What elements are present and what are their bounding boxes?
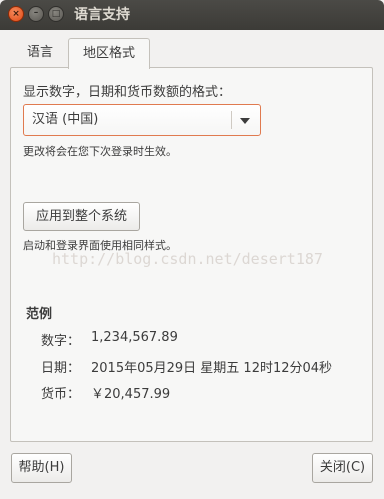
window-maximize-button[interactable]: □ bbox=[48, 6, 64, 22]
example-number-value: 1,234,567.89 bbox=[91, 330, 178, 345]
example-number-label: 数字： bbox=[41, 334, 81, 349]
close-button[interactable]: 关闭(C) bbox=[312, 453, 373, 483]
format-label: 显示数字，日期和货币数额的格式： bbox=[23, 85, 232, 100]
help-button[interactable]: 帮助(H) bbox=[11, 453, 72, 483]
tab-language[interactable]: 语言 bbox=[13, 38, 67, 68]
minimize-icon: – bbox=[33, 8, 39, 18]
window-minimize-button[interactable]: – bbox=[28, 6, 44, 22]
combobox-separator bbox=[231, 111, 232, 129]
example-date-label: 日期： bbox=[41, 361, 81, 376]
window-close-button[interactable]: × bbox=[8, 6, 24, 22]
close-icon: × bbox=[12, 9, 20, 19]
chevron-down-icon[interactable] bbox=[240, 118, 250, 124]
example-currency-value: ￥20,457.99 bbox=[91, 387, 171, 402]
format-combobox-value: 汉语 (中国) bbox=[32, 112, 99, 127]
tab-regional-formats[interactable]: 地区格式 bbox=[68, 38, 151, 69]
format-combobox[interactable]: 汉语 (中国) bbox=[23, 104, 261, 136]
watermark: http://blog.csdn.net/desert187 bbox=[52, 250, 323, 268]
example-title: 范例 bbox=[26, 307, 53, 322]
window-title: 语言支持 bbox=[74, 7, 130, 23]
title-bar: × – □ 语言支持 bbox=[0, 0, 384, 30]
example-date-value: 2015年05月29日 星期五 12时12分04秒 bbox=[91, 361, 333, 376]
maximize-icon: □ bbox=[51, 9, 61, 19]
change-note: 更改将会在您下次登录时生效。 bbox=[23, 145, 177, 158]
example-currency-label: 货币： bbox=[41, 387, 81, 402]
apply-system-wide-button[interactable]: 应用到整个系统 bbox=[23, 202, 140, 231]
